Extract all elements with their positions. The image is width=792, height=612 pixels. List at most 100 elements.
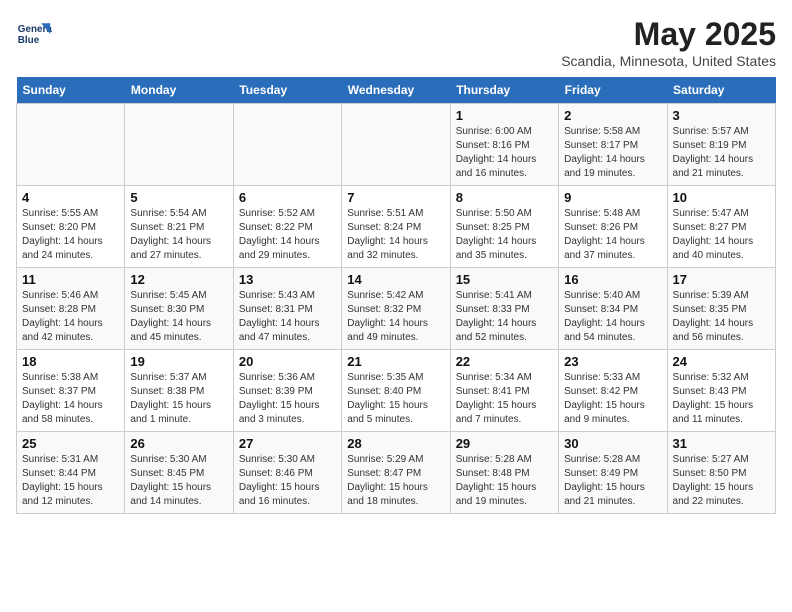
day-number: 20 xyxy=(239,354,336,369)
day-detail: Sunrise: 5:55 AM Sunset: 8:20 PM Dayligh… xyxy=(22,207,119,263)
day-detail: Sunrise: 5:41 AM Sunset: 8:33 PM Dayligh… xyxy=(456,289,553,345)
day-number: 6 xyxy=(239,190,336,205)
day-of-week-header: Tuesday xyxy=(233,77,341,104)
day-of-week-header: Saturday xyxy=(667,77,775,104)
day-detail: Sunrise: 5:43 AM Sunset: 8:31 PM Dayligh… xyxy=(239,289,336,345)
day-detail: Sunrise: 5:39 AM Sunset: 8:35 PM Dayligh… xyxy=(673,289,770,345)
day-number: 27 xyxy=(239,436,336,451)
day-detail: Sunrise: 5:32 AM Sunset: 8:43 PM Dayligh… xyxy=(673,371,770,427)
calendar-week-row: 18Sunrise: 5:38 AM Sunset: 8:37 PM Dayli… xyxy=(17,350,776,432)
svg-text:Blue: Blue xyxy=(18,35,40,46)
calendar-day-cell: 3 Sunrise: 5:57 AM Sunset: 8:19 PM Daylig… xyxy=(667,104,775,186)
calendar-day-cell: 8Sunrise: 5:50 AM Sunset: 8:25 PM Daylig… xyxy=(450,186,558,268)
day-detail: Sunrise: 5:45 AM Sunset: 8:30 PM Dayligh… xyxy=(130,289,227,345)
calendar-day-cell: 31 Sunrise: 5:27 AM Sunset: 8:50 PM Dayli… xyxy=(667,432,775,514)
calendar-day-cell: 16Sunrise: 5:40 AM Sunset: 8:34 PM Dayli… xyxy=(559,268,667,350)
day-detail: Sunrise: 5:30 AM Sunset: 8:45 PM Dayligh… xyxy=(130,453,227,509)
day-number: 7 xyxy=(347,190,444,205)
calendar-day-cell: 24 Sunrise: 5:32 AM Sunset: 8:43 PM Dayli… xyxy=(667,350,775,432)
day-detail: Sunrise: 5:47 AM Sunset: 8:27 PM Dayligh… xyxy=(673,207,770,263)
day-detail: Sunrise: 5:35 AM Sunset: 8:40 PM Dayligh… xyxy=(347,371,444,427)
day-detail: Sunrise: 6:00 AM Sunset: 8:16 PM Dayligh… xyxy=(456,125,553,181)
day-number: 18 xyxy=(22,354,119,369)
calendar-day-cell: 14 Sunrise: 5:42 AM Sunset: 8:32 PM Dayli… xyxy=(342,268,450,350)
day-number: 24 xyxy=(673,354,770,369)
day-of-week-header: Sunday xyxy=(17,77,125,104)
day-of-week-header: Wednesday xyxy=(342,77,450,104)
day-number: 30 xyxy=(564,436,661,451)
day-of-week-header: Monday xyxy=(125,77,233,104)
calendar-day-cell: 5 Sunrise: 5:54 AM Sunset: 8:21 PM Daylig… xyxy=(125,186,233,268)
day-detail: Sunrise: 5:36 AM Sunset: 8:39 PM Dayligh… xyxy=(239,371,336,427)
day-detail: Sunrise: 5:52 AM Sunset: 8:22 PM Dayligh… xyxy=(239,207,336,263)
day-detail: Sunrise: 5:51 AM Sunset: 8:24 PM Dayligh… xyxy=(347,207,444,263)
day-detail: Sunrise: 5:57 AM Sunset: 8:19 PM Dayligh… xyxy=(673,125,770,181)
day-number: 14 xyxy=(347,272,444,287)
day-number: 15 xyxy=(456,272,553,287)
calendar-day-cell: 6 Sunrise: 5:52 AM Sunset: 8:22 PM Daylig… xyxy=(233,186,341,268)
day-detail: Sunrise: 5:27 AM Sunset: 8:50 PM Dayligh… xyxy=(673,453,770,509)
day-detail: Sunrise: 5:37 AM Sunset: 8:38 PM Dayligh… xyxy=(130,371,227,427)
day-detail: Sunrise: 5:42 AM Sunset: 8:32 PM Dayligh… xyxy=(347,289,444,345)
day-detail: Sunrise: 5:34 AM Sunset: 8:41 PM Dayligh… xyxy=(456,371,553,427)
calendar-day-cell: 11Sunrise: 5:46 AM Sunset: 8:28 PM Dayli… xyxy=(17,268,125,350)
day-number: 26 xyxy=(130,436,227,451)
month-title: May 2025 xyxy=(561,16,776,53)
day-number: 31 xyxy=(673,436,770,451)
day-detail: Sunrise: 5:54 AM Sunset: 8:21 PM Dayligh… xyxy=(130,207,227,263)
day-detail: Sunrise: 5:29 AM Sunset: 8:47 PM Dayligh… xyxy=(347,453,444,509)
calendar-day-cell: 15 Sunrise: 5:41 AM Sunset: 8:33 PM Dayli… xyxy=(450,268,558,350)
day-number: 29 xyxy=(456,436,553,451)
calendar-day-cell: 9Sunrise: 5:48 AM Sunset: 8:26 PM Daylig… xyxy=(559,186,667,268)
calendar-day-cell xyxy=(125,104,233,186)
day-number: 5 xyxy=(130,190,227,205)
calendar-week-row: 25 Sunrise: 5:31 AM Sunset: 8:44 PM Dayli… xyxy=(17,432,776,514)
day-number: 3 xyxy=(673,108,770,123)
day-detail: Sunrise: 5:28 AM Sunset: 8:49 PM Dayligh… xyxy=(564,453,661,509)
calendar-day-cell: 27 Sunrise: 5:30 AM Sunset: 8:46 PM Dayli… xyxy=(233,432,341,514)
day-detail: Sunrise: 5:28 AM Sunset: 8:48 PM Dayligh… xyxy=(456,453,553,509)
calendar-day-cell: 23Sunrise: 5:33 AM Sunset: 8:42 PM Dayli… xyxy=(559,350,667,432)
calendar-day-cell: 7 Sunrise: 5:51 AM Sunset: 8:24 PM Daylig… xyxy=(342,186,450,268)
day-detail: Sunrise: 5:48 AM Sunset: 8:26 PM Dayligh… xyxy=(564,207,661,263)
day-number: 1 xyxy=(456,108,553,123)
day-detail: Sunrise: 5:31 AM Sunset: 8:44 PM Dayligh… xyxy=(22,453,119,509)
calendar-day-cell: 22 Sunrise: 5:34 AM Sunset: 8:41 PM Dayli… xyxy=(450,350,558,432)
calendar-day-cell: 28 Sunrise: 5:29 AM Sunset: 8:47 PM Dayli… xyxy=(342,432,450,514)
day-number: 2 xyxy=(564,108,661,123)
day-detail: Sunrise: 5:40 AM Sunset: 8:34 PM Dayligh… xyxy=(564,289,661,345)
day-number: 25 xyxy=(22,436,119,451)
day-number: 13 xyxy=(239,272,336,287)
day-number: 12 xyxy=(130,272,227,287)
logo-icon: General Blue xyxy=(16,16,52,52)
day-detail: Sunrise: 5:46 AM Sunset: 8:28 PM Dayligh… xyxy=(22,289,119,345)
day-number: 28 xyxy=(347,436,444,451)
calendar-day-cell: 4Sunrise: 5:55 AM Sunset: 8:20 PM Daylig… xyxy=(17,186,125,268)
calendar-day-cell xyxy=(17,104,125,186)
calendar-day-cell: 1 Sunrise: 6:00 AM Sunset: 8:16 PM Daylig… xyxy=(450,104,558,186)
day-of-week-header: Thursday xyxy=(450,77,558,104)
title-area: May 2025 Scandia, Minnesota, United Stat… xyxy=(561,16,776,69)
calendar-week-row: 4Sunrise: 5:55 AM Sunset: 8:20 PM Daylig… xyxy=(17,186,776,268)
calendar-day-cell: 18Sunrise: 5:38 AM Sunset: 8:37 PM Dayli… xyxy=(17,350,125,432)
day-number: 23 xyxy=(564,354,661,369)
calendar-table: SundayMondayTuesdayWednesdayThursdayFrid… xyxy=(16,77,776,514)
day-of-week-header: Friday xyxy=(559,77,667,104)
calendar-week-row: 11Sunrise: 5:46 AM Sunset: 8:28 PM Dayli… xyxy=(17,268,776,350)
calendar-day-cell: 26 Sunrise: 5:30 AM Sunset: 8:45 PM Dayli… xyxy=(125,432,233,514)
calendar-day-cell: 12 Sunrise: 5:45 AM Sunset: 8:30 PM Dayli… xyxy=(125,268,233,350)
day-detail: Sunrise: 5:30 AM Sunset: 8:46 PM Dayligh… xyxy=(239,453,336,509)
calendar-day-cell xyxy=(342,104,450,186)
day-number: 21 xyxy=(347,354,444,369)
calendar-day-cell: 29 Sunrise: 5:28 AM Sunset: 8:48 PM Dayli… xyxy=(450,432,558,514)
calendar-week-row: 1 Sunrise: 6:00 AM Sunset: 8:16 PM Daylig… xyxy=(17,104,776,186)
day-number: 19 xyxy=(130,354,227,369)
day-header-row: SundayMondayTuesdayWednesdayThursdayFrid… xyxy=(17,77,776,104)
page-header: General Blue May 2025 Scandia, Minnesota… xyxy=(16,16,776,69)
calendar-day-cell: 17Sunrise: 5:39 AM Sunset: 8:35 PM Dayli… xyxy=(667,268,775,350)
calendar-day-cell xyxy=(233,104,341,186)
day-number: 22 xyxy=(456,354,553,369)
day-number: 8 xyxy=(456,190,553,205)
logo: General Blue xyxy=(16,16,52,52)
calendar-day-cell: 10Sunrise: 5:47 AM Sunset: 8:27 PM Dayli… xyxy=(667,186,775,268)
